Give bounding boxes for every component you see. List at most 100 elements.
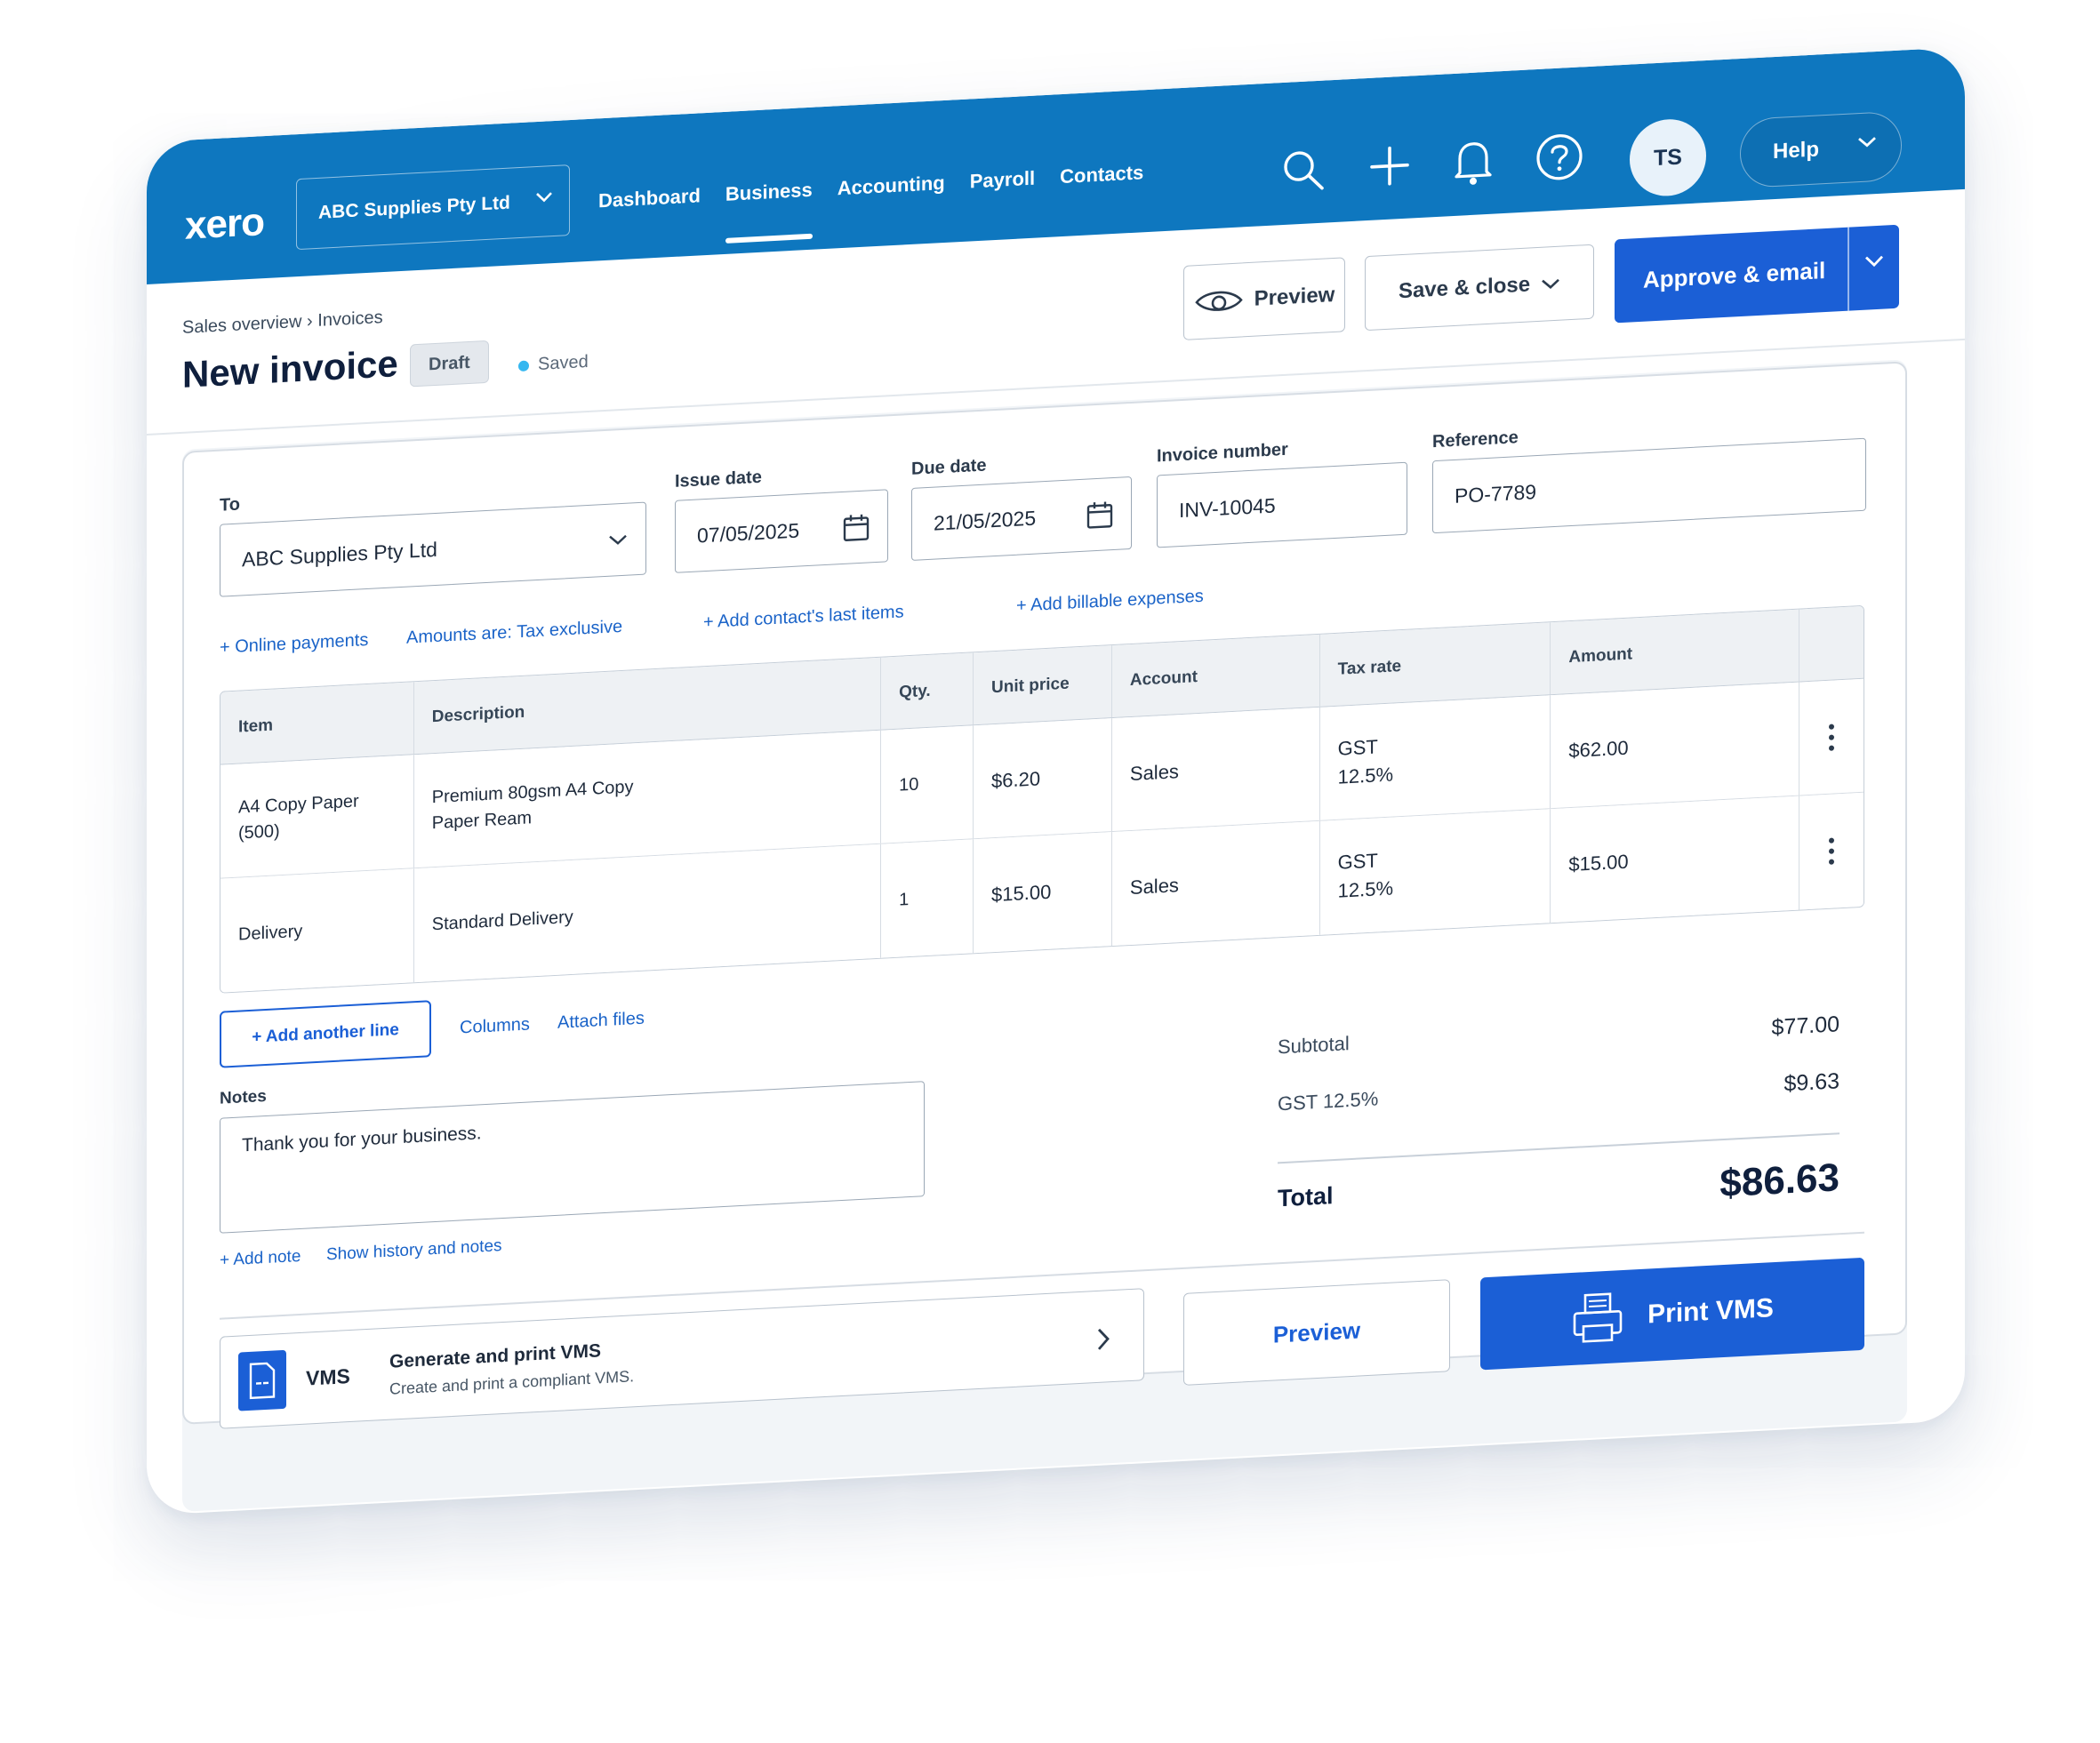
add-note-link[interactable]: + Add note xyxy=(220,1247,301,1271)
printer-icon xyxy=(1573,1292,1623,1343)
vms-title: Generate and print VMS xyxy=(389,1340,602,1372)
total-value: $86.63 xyxy=(1719,1155,1840,1206)
help-menu-button[interactable]: Help xyxy=(1740,110,1902,189)
total-label: Total xyxy=(1278,1182,1334,1212)
eye-icon xyxy=(1194,291,1243,311)
description-line: Standard Delivery xyxy=(431,907,573,934)
tax-rate-percent: 12.5% xyxy=(1337,763,1394,788)
amount-cell: $62.00 xyxy=(1551,682,1800,809)
subtotal-value: $77.00 xyxy=(1771,1011,1840,1041)
amount-value: $15.00 xyxy=(1568,850,1629,876)
description-cell[interactable]: Standard Delivery xyxy=(413,844,882,983)
reference-value: PO-7789 xyxy=(1455,479,1537,508)
item-cell[interactable]: Delivery xyxy=(220,868,414,993)
notes-label: Notes xyxy=(220,1086,267,1108)
qty-cell[interactable]: 10 xyxy=(881,725,974,844)
to-label: To xyxy=(220,494,240,516)
qty-cell[interactable]: 1 xyxy=(881,839,974,958)
tax-rate-cell[interactable]: GST 12.5% xyxy=(1319,809,1551,935)
add-billable-expenses-link[interactable]: + Add billable expenses xyxy=(1016,587,1204,617)
subtotal-label: Subtotal xyxy=(1278,1032,1350,1059)
preview-button[interactable]: Preview xyxy=(1183,257,1345,340)
vms-name: VMS xyxy=(306,1364,350,1390)
account-cell[interactable]: Sales xyxy=(1111,820,1320,947)
print-vms-label: Print VMS xyxy=(1647,1293,1774,1330)
notes-textarea[interactable]: Thank you for your business. xyxy=(220,1081,925,1234)
column-header-account: Account xyxy=(1111,634,1320,718)
saved-dot-icon xyxy=(518,359,529,372)
chevron-down-icon[interactable] xyxy=(1864,254,1885,269)
plus-icon[interactable] xyxy=(1367,142,1412,189)
columns-link[interactable]: Columns xyxy=(460,1014,530,1038)
help-circle-icon[interactable] xyxy=(1535,131,1584,183)
invoice-form-card: To ABC Supplies Pty Ltd Issue date 07/05… xyxy=(182,361,1907,1429)
approve-email-label: Approve & email xyxy=(1643,256,1826,293)
calendar-icon[interactable] xyxy=(843,512,870,542)
nav-business[interactable]: Business xyxy=(725,170,813,215)
row-menu-button[interactable] xyxy=(1799,679,1864,796)
vms-preview-button[interactable]: Preview xyxy=(1183,1279,1450,1386)
app-window: xero ABC Supplies Pty Ltd Dashboard Busi… xyxy=(147,46,1965,1516)
breadcrumb[interactable]: Sales overview › Invoices xyxy=(182,308,383,339)
stage: xero ABC Supplies Pty Ltd Dashboard Busi… xyxy=(0,0,2100,1743)
nav-dashboard[interactable]: Dashboard xyxy=(598,175,701,221)
nav-payroll[interactable]: Payroll xyxy=(970,158,1035,203)
chevron-right-icon xyxy=(1097,1328,1110,1350)
breadcrumb-text: Sales overview › Invoices xyxy=(182,308,383,338)
user-avatar[interactable]: TS xyxy=(1630,117,1706,198)
online-payments-link[interactable]: + Online payments xyxy=(220,630,368,659)
reference-field[interactable]: PO-7789 xyxy=(1432,437,1866,534)
tax-label: GST 12.5% xyxy=(1278,1087,1379,1115)
save-status-text: Saved xyxy=(538,351,589,374)
status-badge: Draft xyxy=(410,340,489,388)
preview-label: Preview xyxy=(1254,282,1335,311)
contact-select[interactable]: ABC Supplies Pty Ltd xyxy=(220,501,646,597)
issue-date-field[interactable]: 07/05/2025 xyxy=(675,489,888,573)
amount-value: $62.00 xyxy=(1568,736,1629,762)
xero-logo[interactable]: xero xyxy=(185,200,264,249)
invoice-number-field[interactable]: INV-10045 xyxy=(1157,461,1407,548)
item-cell[interactable]: A4 Copy Paper (500) xyxy=(220,755,414,878)
page-title: New invoice xyxy=(182,342,398,396)
bell-icon[interactable] xyxy=(1453,136,1494,188)
approve-email-button[interactable]: Approve & email xyxy=(1615,224,1899,324)
show-history-link[interactable]: Show history and notes xyxy=(326,1236,502,1265)
account-value: Sales xyxy=(1129,759,1179,785)
nav-contacts[interactable]: Contacts xyxy=(1060,152,1143,197)
search-icon[interactable] xyxy=(1280,146,1327,195)
document-icon xyxy=(238,1349,286,1411)
main-nav: Dashboard Business Accounting Payroll Co… xyxy=(598,151,1168,222)
attach-files-link[interactable]: Attach files xyxy=(557,1009,645,1034)
column-header-unit-price: Unit price xyxy=(974,645,1112,725)
line-items-table: Item Description Qty. Unit price Account… xyxy=(220,604,1864,994)
column-header-item: Item xyxy=(220,682,414,764)
column-header-qty: Qty. xyxy=(881,652,974,730)
kebab-menu-icon xyxy=(1829,837,1835,865)
tax-rate-name: GST xyxy=(1337,849,1378,874)
nav-accounting[interactable]: Accounting xyxy=(838,163,945,209)
add-contact-items-link[interactable]: + Add contact's last items xyxy=(703,602,904,633)
tax-rate-cell[interactable]: GST 12.5% xyxy=(1319,695,1551,820)
tax-mode-link[interactable]: Amounts are: Tax exclusive xyxy=(406,617,622,649)
organisation-switcher[interactable]: ABC Supplies Pty Ltd xyxy=(296,164,570,251)
save-status: Saved xyxy=(518,352,589,376)
column-header-tax-rate: Tax rate xyxy=(1319,622,1551,707)
unit-price-cell[interactable]: $6.20 xyxy=(974,718,1112,839)
account-cell[interactable]: Sales xyxy=(1111,707,1320,832)
chevron-down-icon xyxy=(1858,137,1876,148)
add-line-button[interactable]: + Add another line xyxy=(220,1000,431,1068)
help-label: Help xyxy=(1773,137,1820,164)
tax-rate-name: GST xyxy=(1337,735,1378,760)
chevron-down-icon xyxy=(536,192,552,203)
unit-price-value: $15.00 xyxy=(991,880,1052,907)
invoice-number-label: Invoice number xyxy=(1157,439,1288,467)
save-close-button[interactable]: Save & close xyxy=(1365,244,1594,332)
column-header-actions xyxy=(1799,606,1864,682)
issue-date-label: Issue date xyxy=(675,467,762,492)
invoice-number-value: INV-10045 xyxy=(1179,492,1276,522)
row-menu-button[interactable] xyxy=(1799,793,1864,910)
calendar-icon[interactable] xyxy=(1086,500,1113,530)
unit-price-cell[interactable]: $15.00 xyxy=(974,832,1112,954)
due-date-field[interactable]: 21/05/2025 xyxy=(911,476,1132,561)
reference-label: Reference xyxy=(1432,428,1519,452)
